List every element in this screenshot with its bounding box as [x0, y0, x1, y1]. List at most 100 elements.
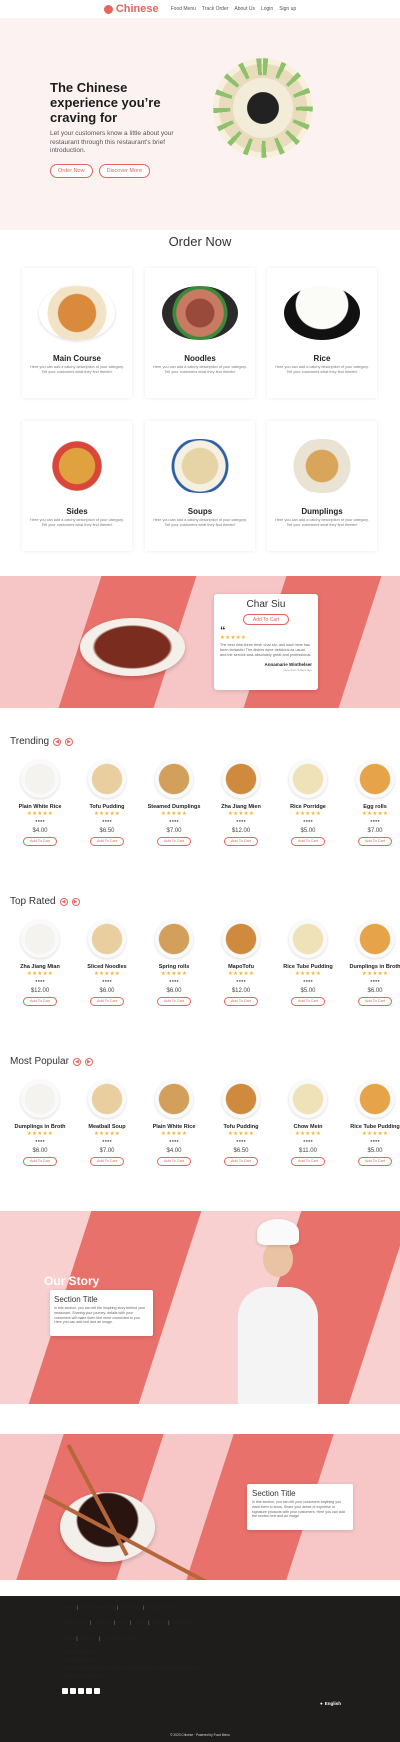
add-to-cart-button[interactable]: Add To Cart	[157, 836, 191, 846]
twitter-icon[interactable]	[70, 1688, 76, 1694]
food-item-card[interactable]: Steamed Dumplings ★★★★★ ●●●● $7.00 Add To Ca…	[144, 754, 204, 879]
food-item-card[interactable]: Rice Tube Pudding ★★★★★ ●●●● $5.00 Add To Ca…	[278, 914, 338, 1039]
add-to-cart-button[interactable]: Add To Cart	[23, 836, 57, 846]
food-item-card[interactable]: Rice Porridge ★★★★★ ●●●● $5.00 Add To Cart	[278, 754, 338, 879]
language-selector[interactable]: ● English	[320, 1701, 341, 1706]
rice-bowl-image	[284, 286, 360, 340]
next-arrow-icon[interactable]: ▶	[84, 1057, 93, 1066]
dish-image	[289, 760, 327, 798]
footer-link-noodles[interactable]: Noodles	[94, 1620, 111, 1625]
youtube-icon[interactable]	[78, 1688, 84, 1694]
food-item-card[interactable]: Chow Mein ★★★★★ ●●●● $11.00 Add To Cart	[278, 1074, 338, 1199]
category-card-main-course[interactable]: Main Course Here you can add a catchy de…	[22, 268, 132, 398]
food-item-card[interactable]: MapoTofu ★★★★★ ●●●● $12.00 Add To Cart	[211, 914, 271, 1039]
prev-arrow-icon[interactable]: ◀	[59, 897, 68, 906]
footer-links-primary: Home | All Our Products | About Us | Privac…	[62, 1605, 176, 1610]
char-siu-plate-image	[80, 618, 185, 676]
add-to-cart-button[interactable]: Add To Cart	[90, 996, 124, 1006]
next-arrow-icon[interactable]: ▶	[71, 897, 80, 906]
category-name: Dumplings	[301, 507, 343, 516]
add-to-cart-button[interactable]: Add To Cart	[224, 836, 258, 846]
dietary-icons: ●●●●	[102, 1137, 112, 1143]
social-icons	[62, 1688, 100, 1694]
footer-link-all-products[interactable]: All Our Products	[81, 1605, 114, 1610]
order-now-button[interactable]: Order Now	[50, 163, 93, 178]
item-stars: ★★★★★	[93, 1130, 121, 1137]
footer-link-about-us[interactable]: About Us	[121, 1605, 140, 1610]
footer-link-login[interactable]: Login	[62, 1636, 73, 1641]
add-to-cart-button[interactable]: Add To Cart	[23, 996, 57, 1006]
food-item-card[interactable]: Spring rolls ★★★★★ ●●●● $6.00 Add To Cart	[144, 914, 204, 1039]
food-item-card[interactable]: Plain White Rice ★★★★★ ●●●● $4.00 Add To Car…	[144, 1074, 204, 1199]
next-arrow-icon[interactable]: ▶	[65, 737, 74, 746]
char-siu-add-to-cart-button[interactable]: Add To Cart	[243, 614, 289, 625]
our-story-heading: Our Story	[44, 1274, 100, 1288]
nav-sign-up[interactable]: Sign up	[279, 6, 296, 12]
food-item-card[interactable]: Zha Jiang Mien ★★★★★ ●●●● $12.00 Add To Cart	[211, 754, 271, 879]
footer-link-soups[interactable]: Soups	[152, 1620, 165, 1625]
item-name: Dumplings in Broth	[349, 964, 400, 970]
food-item-card[interactable]: Zha Jiang Mian ★★★★★ ●●●● $12.00 Add To Cart	[10, 914, 70, 1039]
category-card-soups[interactable]: Soups Here you can add a catchy descript…	[145, 421, 255, 551]
food-item-card[interactable]: Sliced Noodles ★★★★★ ●●●● $6.00 Add To Cart	[77, 914, 137, 1039]
add-to-cart-button[interactable]: Add To Cart	[23, 1156, 57, 1166]
add-to-cart-button[interactable]: Add To Cart	[224, 1156, 258, 1166]
category-card-noodles[interactable]: Noodles Here you can add a catchy descri…	[145, 268, 255, 398]
dish-image	[222, 760, 260, 798]
facebook-icon[interactable]	[62, 1688, 68, 1694]
brand-logo[interactable]: Chinese	[103, 3, 159, 15]
food-item-card[interactable]: Tofu Pudding ★★★★★ ●●●● $6.50 Add To Cart	[211, 1074, 271, 1199]
footer-link-sides[interactable]: Sides	[134, 1620, 145, 1625]
food-item-card[interactable]: Meatball Soup ★★★★★ ●●●● $7.00 Add To Cart	[77, 1074, 137, 1199]
food-item-card[interactable]: Egg rolls ★★★★★ ●●●● $7.00 Add To Cart	[345, 754, 400, 879]
add-to-cart-button[interactable]: Add To Cart	[358, 1156, 392, 1166]
footer-link-privacy-policy[interactable]: Privacy Policy	[147, 1605, 175, 1610]
footer-link-rice[interactable]: Rice	[118, 1620, 127, 1625]
food-item-card[interactable]: Rice Tube Pudding ★★★★★ ●●●● $5.00 Add To Ca…	[345, 1074, 400, 1199]
dish-image	[21, 760, 59, 798]
add-to-cart-button[interactable]: Add To Cart	[291, 1156, 325, 1166]
add-to-cart-button[interactable]: Add To Cart	[358, 836, 392, 846]
category-card-rice[interactable]: Rice Here you can add a catchy descripti…	[267, 268, 377, 398]
footer-phone-1[interactable]: +1-800-765-4321	[62, 1649, 196, 1657]
order-now-title: Order Now	[168, 234, 232, 249]
pinterest-icon[interactable]	[86, 1688, 92, 1694]
nav-about-us[interactable]: About Us	[234, 6, 255, 12]
char-siu-title: Char Siu	[246, 599, 286, 610]
add-to-cart-button[interactable]: Add To Cart	[291, 996, 325, 1006]
add-to-cart-button[interactable]: Add To Cart	[358, 996, 392, 1006]
trending-title: Trending	[10, 736, 50, 747]
dietary-icons: ●●●●	[169, 977, 179, 983]
item-price: $7.00	[367, 827, 383, 834]
add-to-cart-button[interactable]: Add To Cart	[157, 996, 191, 1006]
add-to-cart-button[interactable]: Add To Cart	[90, 1156, 124, 1166]
add-to-cart-button[interactable]: Add To Cart	[157, 1156, 191, 1166]
footer-link-track-order[interactable]: Track Your Order	[103, 1636, 137, 1641]
footer-phone-2[interactable]: +1-123-456-7890	[62, 1657, 196, 1665]
add-to-cart-button[interactable]: Add To Cart	[291, 836, 325, 846]
prev-arrow-icon[interactable]: ◀	[72, 1057, 81, 1066]
food-item-card[interactable]: Tofu Pudding ★★★★★ ●●●● $6.50 Add To Cart	[77, 754, 137, 879]
nav-login[interactable]: Login	[261, 6, 273, 12]
hero-dumplings-image	[213, 58, 313, 158]
instagram-icon[interactable]	[94, 1688, 100, 1694]
category-card-dumplings[interactable]: Dumplings Here you can add a catchy desc…	[267, 421, 377, 551]
nav-track-order[interactable]: Track Order	[202, 6, 228, 12]
add-to-cart-button[interactable]: Add To Cart	[90, 836, 124, 846]
trending-row: Plain White Rice ★★★★★ ●●●● $4.00 Add To Car…	[0, 754, 400, 879]
food-item-card[interactable]: Plain White Rice ★★★★★ ●●●● $4.00 Add To Car…	[10, 754, 70, 879]
footer-email[interactable]: chinese@example.com	[62, 1672, 196, 1680]
dietary-icons: ●●●●	[236, 817, 246, 823]
nav-food-menu[interactable]: Food Menu	[171, 6, 196, 12]
footer-link-dumplings[interactable]: Dumplings	[172, 1620, 194, 1625]
footer-link-sign-up[interactable]: Sign up	[81, 1636, 96, 1641]
language-label: English	[324, 1701, 341, 1706]
category-card-sides[interactable]: Sides Here you can add a catchy descript…	[22, 421, 132, 551]
food-item-card[interactable]: Dumplings in Broth ★★★★★ ●●●● $6.00 Add To C…	[10, 1074, 70, 1199]
food-item-card[interactable]: Dumplings in Broth ★★★★★ ●●●● $6.00 Add To C…	[345, 914, 400, 1039]
prev-arrow-icon[interactable]: ◀	[53, 737, 62, 746]
footer-link-main-course[interactable]: Main Course	[62, 1620, 87, 1625]
discover-more-button[interactable]: Discover More	[98, 163, 151, 178]
add-to-cart-button[interactable]: Add To Cart	[224, 996, 258, 1006]
footer-link-home[interactable]: Home	[62, 1605, 74, 1610]
